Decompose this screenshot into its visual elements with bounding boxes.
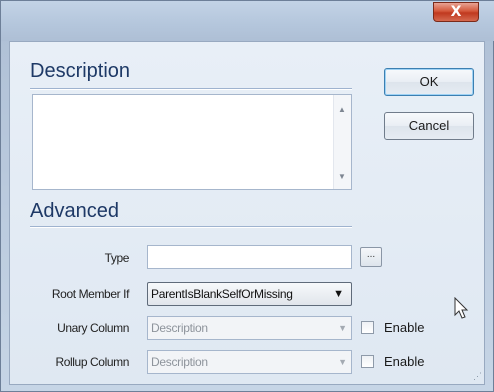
rollup-column-label: Rollup Column [55,355,129,369]
rollup-enable-checkbox[interactable] [361,355,374,368]
unary-column-select[interactable]: Description ▼ [147,316,352,340]
description-heading: Description [30,60,131,82]
description-textarea[interactable]: ▲ ▼ [32,94,352,190]
title-bar[interactable]: X [1,1,494,41]
rollup-column-select[interactable]: Description ▼ [147,350,352,374]
description-scrollbar[interactable]: ▲ ▼ [333,95,351,189]
chevron-down-icon: ▼ [338,357,347,367]
ok-button[interactable]: OK [384,68,474,96]
cancel-button[interactable]: Cancel [384,112,474,140]
chevron-up-icon[interactable]: ▲ [338,105,346,114]
root-member-label: Root Member If [51,287,129,301]
rollup-column-value: Description [151,355,208,369]
chevron-down-icon: ▼ [338,323,347,333]
type-browse-button[interactable]: ... [360,247,382,267]
description-divider [30,88,352,90]
root-member-value: ParentIsBlankSelfOrMissing [151,287,293,301]
chevron-down-icon: ▼ [333,288,344,300]
advanced-heading: Advanced [30,200,119,222]
close-button[interactable]: X [433,2,479,22]
type-label: Type [104,251,130,265]
root-member-select[interactable]: ParentIsBlankSelfOrMissing ▼ [147,282,352,306]
chevron-down-icon[interactable]: ▼ [338,172,346,181]
unary-column-label: Unary Column [57,321,129,335]
rollup-enable-label[interactable]: Enable [384,354,424,369]
unary-column-value: Description [151,321,208,335]
unary-enable-checkbox[interactable] [361,321,374,334]
dialog-body: Description ▲ ▼ OK Cancel Advanced Type … [9,41,485,385]
type-input[interactable] [147,245,352,269]
mouse-pointer-icon [454,297,469,319]
resize-grip-icon[interactable]: ⋰ [473,371,482,382]
close-icon: X [450,4,462,20]
unary-enable-label[interactable]: Enable [384,320,424,335]
dialog-window: X Description ▲ ▼ OK Cancel Advanced Typ… [0,0,494,392]
advanced-divider [30,226,352,228]
